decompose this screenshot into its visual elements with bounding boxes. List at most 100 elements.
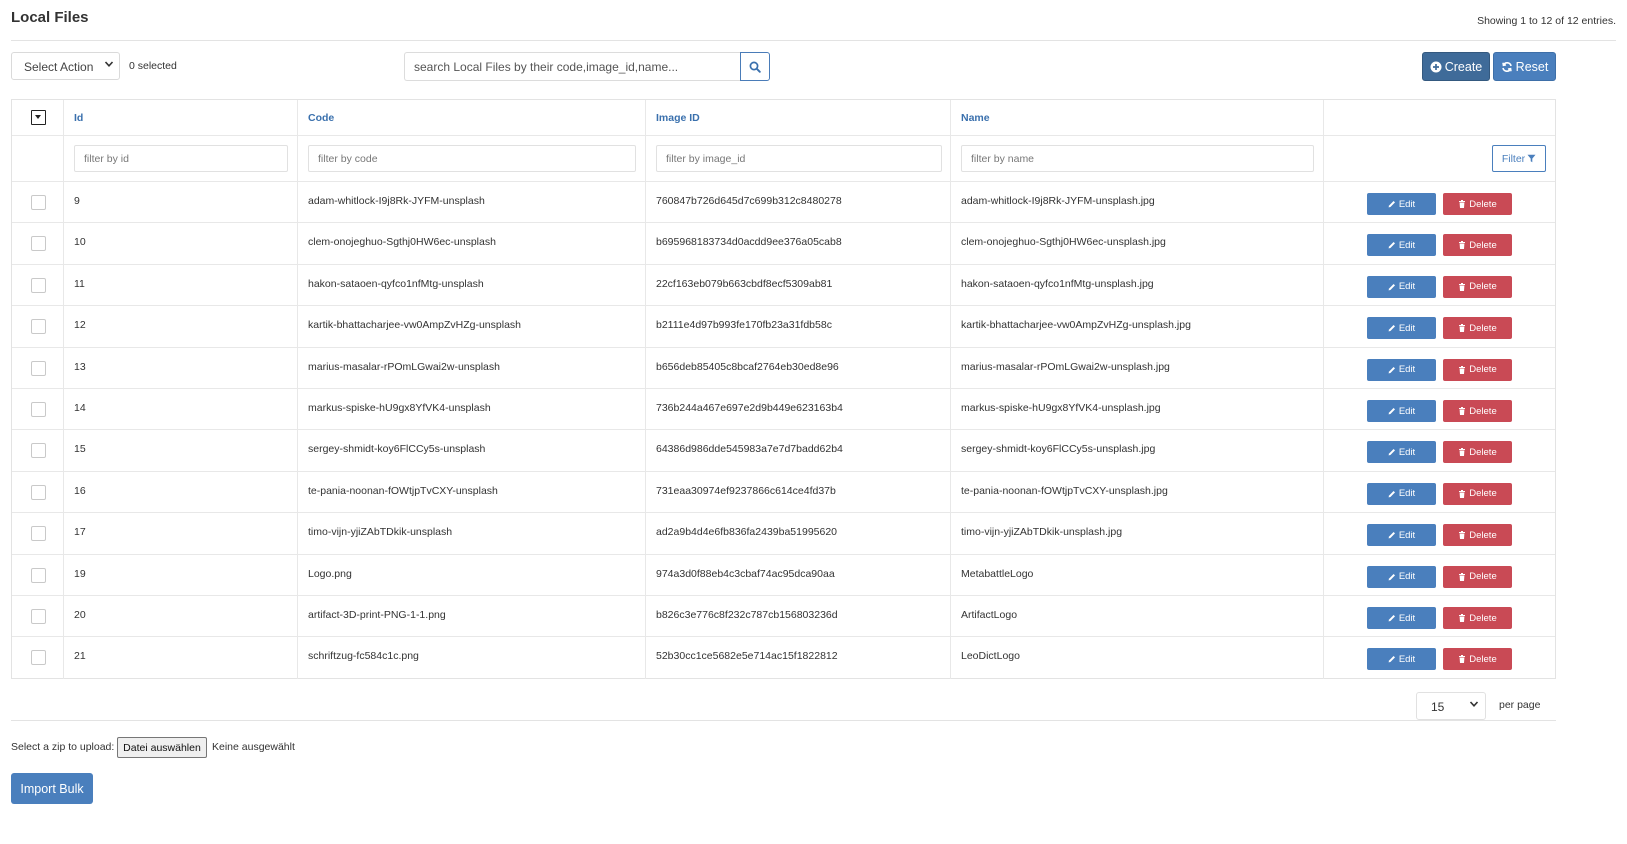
edit-button[interactable]: Edit	[1367, 441, 1436, 464]
id-cell: 10	[64, 223, 298, 264]
search-button[interactable]	[740, 52, 770, 81]
trash-icon	[1458, 448, 1466, 457]
search-input[interactable]	[404, 52, 740, 81]
delete-button[interactable]: Delete	[1443, 524, 1512, 547]
edit-button[interactable]: Edit	[1367, 358, 1436, 381]
column-header-name[interactable]: Name	[961, 112, 990, 124]
delete-label: Delete	[1469, 405, 1497, 417]
edit-button[interactable]: Edit	[1367, 482, 1436, 505]
table-row: 14 markus-spiske-hU9gx8YfVK4-unsplash 736b…	[12, 389, 1555, 431]
row-checkbox[interactable]	[31, 609, 46, 624]
edit-button[interactable]: Edit	[1367, 234, 1436, 257]
select-cell	[12, 223, 64, 264]
select-cell	[12, 430, 64, 471]
reset-button[interactable]: Reset	[1493, 52, 1556, 81]
trash-icon	[1458, 531, 1466, 540]
select-cell	[12, 471, 64, 513]
column-header-image-id[interactable]: Image ID	[656, 112, 700, 124]
create-button[interactable]: Create	[1422, 52, 1490, 81]
row-checkbox[interactable]	[31, 360, 46, 376]
import-bulk-button[interactable]: Import Bulk	[11, 773, 93, 804]
column-header-code[interactable]: Code	[308, 112, 334, 124]
filter-name-input[interactable]	[961, 145, 1314, 172]
image-id-cell: b695968183734d0acdd9ee376a05cab8	[646, 223, 951, 264]
row-id: 11	[74, 277, 85, 290]
edit-button[interactable]: Edit	[1367, 317, 1436, 340]
row-checkbox[interactable]	[31, 526, 46, 542]
delete-button[interactable]: Delete	[1443, 275, 1512, 298]
image-id-cell: 64386d986dde545983a7e7d7badd62b4	[646, 430, 951, 471]
trash-icon	[1458, 324, 1466, 333]
edit-button[interactable]: Edit	[1367, 400, 1436, 422]
row-checkbox[interactable]	[31, 195, 46, 210]
filter-id-input[interactable]	[74, 145, 288, 172]
delete-button[interactable]: Delete	[1443, 482, 1512, 505]
delete-button[interactable]: Delete	[1443, 193, 1512, 215]
footer-divider	[11, 720, 1556, 721]
image-id-cell: 731eaa30974ef9237866c614ce4fd37b	[646, 471, 951, 513]
row-image-id: ad2a9b4d4e6fb836fa2439ba51995620	[656, 526, 838, 539]
pencil-icon	[1388, 448, 1396, 456]
code-cell: artifact-3D-print-PNG-1-1.png	[298, 596, 646, 637]
select-action-dropdown[interactable]: Select Action	[11, 52, 120, 80]
id-cell: 20	[64, 596, 298, 637]
row-checkbox[interactable]	[31, 236, 46, 252]
id-cell: 11	[64, 264, 298, 306]
edit-button[interactable]: Edit	[1367, 524, 1436, 547]
row-checkbox[interactable]	[31, 277, 46, 293]
row-checkbox[interactable]	[31, 567, 46, 583]
select-all-checkbox[interactable]	[31, 110, 46, 125]
name-cell: sergey-shmidt-koy6FlCCy5s-unsplash.jpg	[951, 430, 1324, 471]
delete-button[interactable]: Delete	[1443, 358, 1512, 381]
per-page-select[interactable]: 15	[1416, 692, 1486, 720]
edit-button[interactable]: Edit	[1367, 607, 1436, 629]
edit-label: Edit	[1398, 653, 1416, 665]
row-id: 15	[74, 443, 86, 456]
row-name: kartik-bhattacharjee-vw0AmpZvHZg-unsplas…	[961, 319, 1191, 332]
row-checkbox[interactable]	[31, 443, 46, 459]
filter-button[interactable]: Filter	[1492, 145, 1546, 172]
pencil-icon	[1388, 573, 1396, 581]
filter-image-id-input[interactable]	[656, 145, 942, 172]
row-code: sergey-shmidt-koy6FlCCy5s-unsplash	[308, 443, 486, 456]
delete-button[interactable]: Delete	[1443, 607, 1512, 629]
edit-button[interactable]: Edit	[1367, 193, 1436, 215]
delete-label: Delete	[1469, 322, 1497, 334]
edit-label: Edit	[1398, 364, 1416, 376]
delete-button[interactable]: Delete	[1443, 234, 1512, 257]
column-header-id[interactable]: Id	[74, 112, 83, 124]
pencil-icon	[1388, 655, 1396, 663]
choose-file-button[interactable]: Datei auswählen	[117, 737, 207, 758]
edit-button[interactable]: Edit	[1367, 648, 1436, 671]
create-label: Create	[1444, 59, 1483, 74]
row-checkbox[interactable]	[31, 319, 46, 335]
row-name: sergey-shmidt-koy6FlCCy5s-unsplash.jpg	[961, 443, 1156, 456]
delete-button[interactable]: Delete	[1443, 441, 1512, 464]
name-cell: timo-vijn-yjiZAbTDkik-unsplash.jpg	[951, 513, 1324, 554]
header-cell-image-id: Image ID	[646, 100, 951, 135]
delete-button[interactable]: Delete	[1443, 648, 1512, 671]
delete-button[interactable]: Delete	[1443, 400, 1512, 422]
chevron-down-icon	[1469, 699, 1479, 709]
edit-button[interactable]: Edit	[1367, 565, 1436, 588]
select-cell	[12, 389, 64, 430]
table-row: 13 marius-masalar-rPOmLGwai2w-unsplash b65…	[12, 347, 1555, 389]
row-code: marius-masalar-rPOmLGwai2w-unsplash	[308, 360, 500, 373]
row-checkbox[interactable]	[31, 484, 46, 500]
row-id: 10	[74, 236, 86, 249]
edit-label: Edit	[1398, 198, 1416, 210]
actions-cell: Edit Delete	[1324, 182, 1555, 222]
row-checkbox[interactable]	[31, 650, 46, 666]
edit-button[interactable]: Edit	[1367, 275, 1436, 298]
delete-button[interactable]: Delete	[1443, 317, 1512, 340]
entries-info: Showing 1 to 12 of 12 entries.	[1477, 15, 1616, 27]
delete-label: Delete	[1469, 571, 1497, 583]
row-code: hakon-sataoen-qyfco1nfMtg-unsplash	[308, 277, 484, 290]
delete-button[interactable]: Delete	[1443, 565, 1512, 588]
toolbar: Select Action 0 selected Create Reset	[11, 52, 1616, 82]
row-checkbox[interactable]	[31, 402, 46, 417]
filter-code-input[interactable]	[308, 145, 636, 172]
select-cell	[12, 182, 64, 223]
id-cell: 17	[64, 513, 298, 554]
row-id: 13	[74, 360, 86, 373]
